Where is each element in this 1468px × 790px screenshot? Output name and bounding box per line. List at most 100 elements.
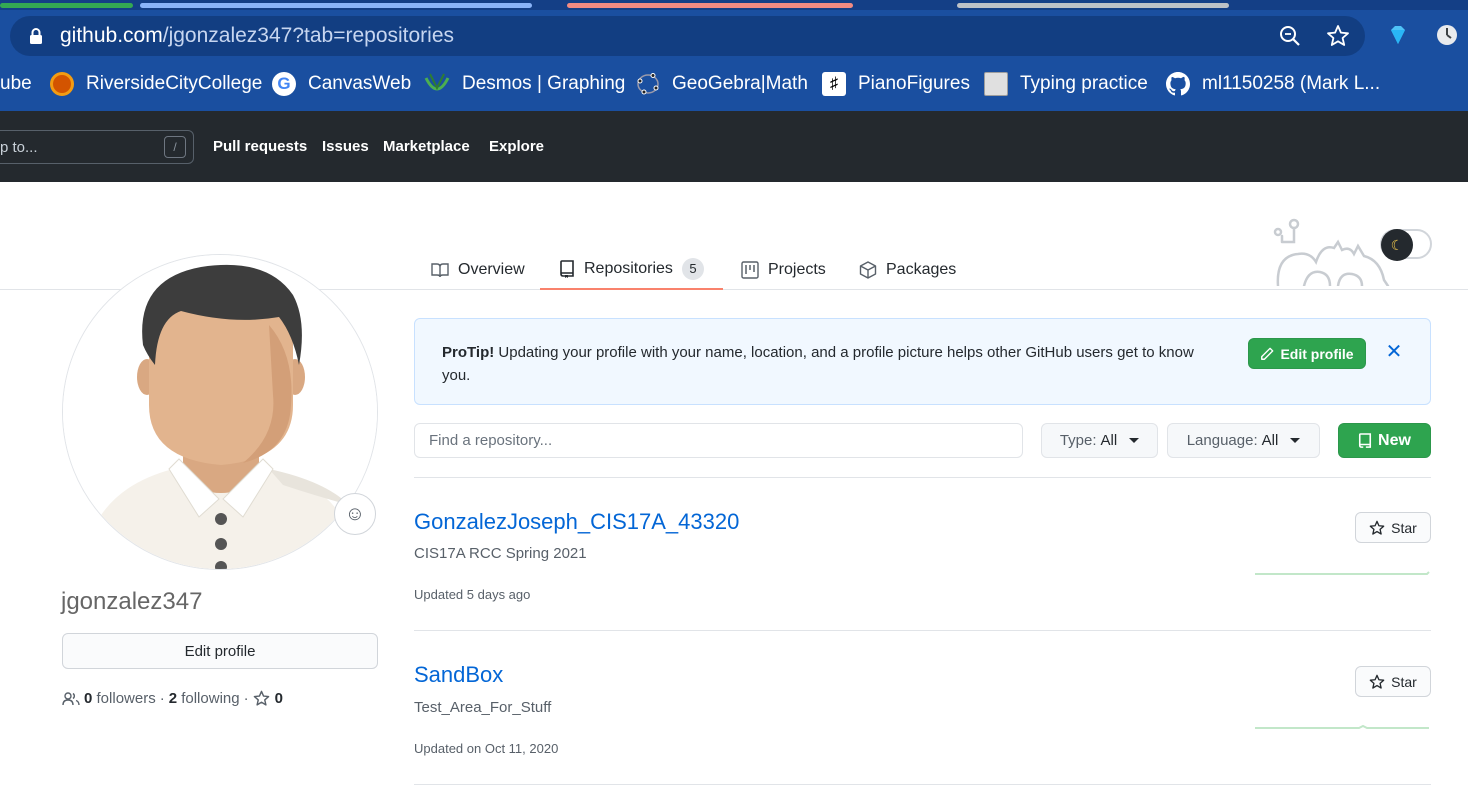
bookmark-canvasweb[interactable]: G CanvasWeb	[272, 66, 411, 102]
star-icon	[253, 690, 269, 706]
close-icon[interactable]: ✕	[1385, 341, 1403, 363]
moon-icon[interactable]: ☾	[1381, 229, 1413, 261]
protip-text: ProTip! Updating your profile with your …	[442, 344, 1194, 384]
activity-sparkline	[1255, 571, 1430, 575]
tab-repositories[interactable]: Repositories 5	[540, 250, 723, 290]
language-filter-value: All	[1261, 432, 1279, 449]
stars-link[interactable]: 0	[253, 690, 283, 707]
repo-name-link[interactable]: GonzalezJoseph_CIS17A_43320	[414, 509, 739, 535]
bookmark-geogebra[interactable]: GeoGebra|Math	[636, 66, 808, 102]
people-icon	[62, 691, 80, 705]
nav-pull-requests[interactable]: Pull requests	[213, 138, 307, 155]
profile-username: jgonzalez347	[61, 588, 203, 615]
bookmark-desmos[interactable]: Desmos | Graphing	[424, 66, 625, 102]
protip-banner: ProTip! Updating your profile with your …	[414, 318, 1431, 405]
divider	[414, 477, 1431, 478]
browser-tab[interactable]	[140, 3, 532, 8]
browser-chrome: github.com/jgonzalez347?tab=repositories…	[0, 0, 1468, 111]
default-person-avatar-icon	[63, 255, 377, 569]
bookmark-label: CanvasWeb	[308, 73, 412, 94]
zoom-icon[interactable]	[1278, 24, 1302, 48]
bookmark-youtube[interactable]: ube	[0, 66, 32, 102]
browser-tab[interactable]	[957, 3, 1229, 8]
set-status-smiley-icon[interactable]: ☺	[334, 493, 376, 535]
tab-label: Projects	[768, 261, 826, 278]
star-label: Star	[1391, 673, 1417, 690]
tab-label: Repositories	[584, 260, 673, 277]
lock-icon[interactable]	[29, 27, 43, 45]
activity-sparkline	[1255, 724, 1429, 729]
desmos-favicon-icon	[424, 73, 450, 91]
repo-description: CIS17A RCC Spring 2021	[414, 545, 587, 562]
header-search-placeholder: p to...	[0, 139, 38, 156]
language-filter-dropdown[interactable]: Language: All	[1167, 423, 1320, 458]
separator-dot: ·	[243, 690, 249, 707]
repo-count-badge: 5	[681, 258, 704, 280]
browser-tab[interactable]	[0, 3, 133, 8]
repo-description: Test_Area_For_Stuff	[414, 699, 552, 716]
pencil-icon	[1261, 347, 1274, 360]
tab-label: Packages	[886, 261, 957, 278]
project-icon	[741, 261, 759, 279]
package-icon	[859, 261, 877, 279]
star-icon	[1369, 520, 1385, 535]
extension-clock-icon[interactable]	[1436, 24, 1458, 46]
bookmark-label: RiversideCityCollege	[86, 73, 263, 94]
bookmark-label: PianoFigures	[858, 73, 970, 94]
caret-down-icon	[1129, 438, 1140, 443]
repo-updated: Updated on Oct 11, 2020	[414, 741, 559, 756]
following-link[interactable]: 2 following	[169, 690, 240, 707]
protip-edit-profile-button[interactable]: Edit profile	[1248, 338, 1366, 369]
geogebra-favicon-icon	[637, 73, 659, 95]
bookmark-label: Typing practice	[1020, 73, 1148, 94]
avatar[interactable]	[62, 254, 378, 570]
bookmark-label: ube	[0, 73, 32, 94]
keyboard-favicon-icon	[984, 72, 1008, 96]
github-header: p to... / Pull requests Issues Marketpla…	[0, 111, 1468, 182]
star-button[interactable]: Star	[1355, 512, 1431, 543]
piano-favicon-icon: ♯	[822, 72, 846, 96]
find-repository-input[interactable]	[414, 423, 1023, 458]
nav-marketplace[interactable]: Marketplace	[383, 138, 470, 155]
bookmark-github[interactable]: ml1150258 (Mark L...	[1166, 66, 1380, 102]
repo-updated: Updated 5 days ago	[414, 587, 531, 602]
riverside-favicon-icon	[50, 72, 74, 96]
github-favicon-icon	[1166, 72, 1190, 96]
repo-icon	[1359, 432, 1372, 448]
follow-stats: 0 followers · 2 following · 0	[62, 690, 283, 707]
followers-link[interactable]: 0 followers	[84, 690, 156, 707]
tab-packages[interactable]: Packages	[859, 250, 956, 290]
bookmark-typing[interactable]: Typing practice	[984, 66, 1148, 102]
divider	[414, 784, 1431, 785]
repo-name-link[interactable]: SandBox	[414, 662, 503, 688]
caret-down-icon	[1290, 438, 1301, 443]
nav-issues[interactable]: Issues	[322, 138, 369, 155]
new-button-label: New	[1378, 431, 1411, 449]
bookmark-pianofigures[interactable]: ♯ PianoFigures	[822, 66, 970, 102]
browser-tab-strip	[0, 0, 1468, 10]
edit-profile-button[interactable]: Edit profile	[62, 633, 378, 669]
nav-explore[interactable]: Explore	[489, 138, 544, 155]
bookmark-label: ml1150258 (Mark L...	[1202, 73, 1381, 94]
extension-gem-icon[interactable]	[1387, 24, 1409, 46]
tab-overview[interactable]: Overview	[431, 250, 525, 290]
google-favicon-icon: G	[272, 72, 296, 96]
browser-tab[interactable]	[567, 3, 853, 8]
type-filter-label: Type:	[1059, 432, 1097, 449]
tab-projects[interactable]: Projects	[741, 250, 826, 290]
type-filter-dropdown[interactable]: Type: All	[1041, 423, 1158, 458]
protip-edit-label: Edit profile	[1280, 345, 1354, 362]
star-icon	[1369, 674, 1385, 689]
repo-icon	[560, 260, 574, 278]
bookmark-label: Desmos | Graphing	[462, 73, 626, 94]
type-filter-value: All	[1100, 432, 1118, 449]
star-button[interactable]: Star	[1355, 666, 1431, 697]
tab-label: Overview	[458, 261, 525, 278]
url-text[interactable]: github.com/jgonzalez347?tab=repositories	[60, 24, 454, 48]
bookmark-riverside[interactable]: RiversideCityCollege	[50, 66, 262, 102]
book-icon	[431, 263, 449, 278]
new-repository-button[interactable]: New	[1338, 423, 1431, 458]
star-label: Star	[1391, 519, 1417, 536]
divider	[414, 630, 1431, 631]
bookmark-star-icon[interactable]	[1326, 24, 1350, 48]
